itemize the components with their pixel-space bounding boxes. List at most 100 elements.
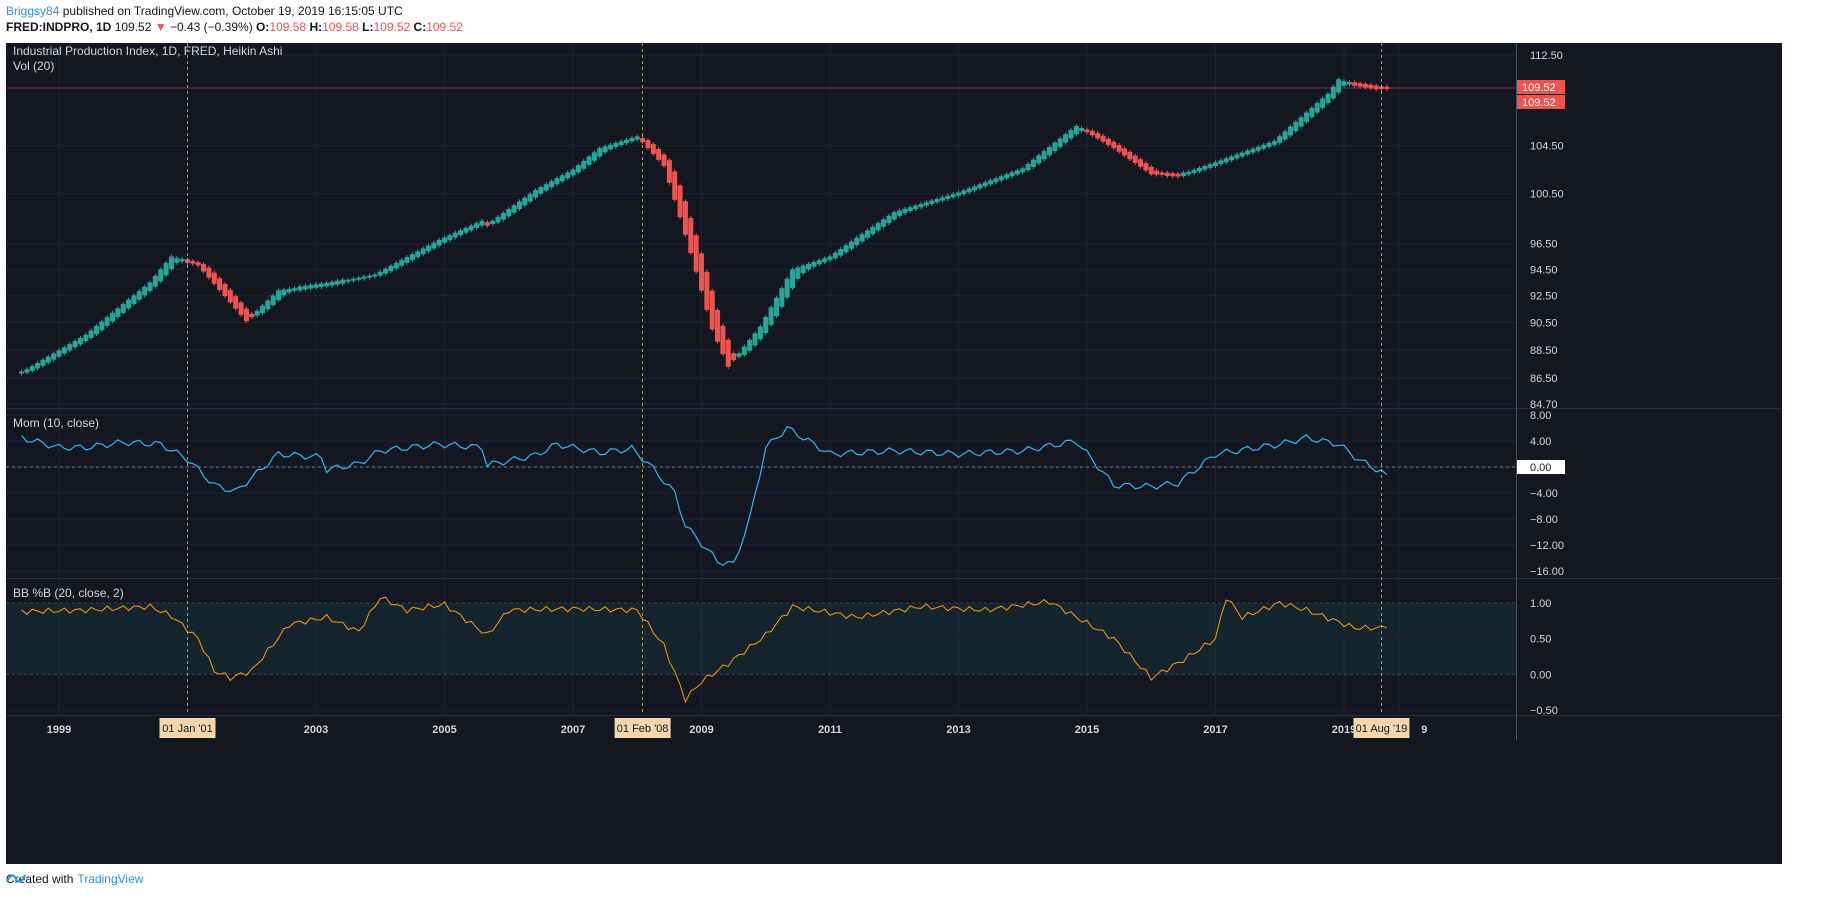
candle [77,337,83,345]
candle [806,263,812,270]
candle [666,160,672,183]
candle [302,285,308,290]
candle [1036,155,1042,164]
candle [827,256,833,261]
candle [1138,159,1144,167]
time-tick-label: 2017 [1203,724,1227,736]
high-label: H: [309,20,323,34]
candle [45,356,51,363]
time-tick-label: 2005 [432,724,456,736]
candle [361,276,367,279]
candle [1239,152,1245,157]
chart-background [6,43,1782,864]
bb-tick-label: 0.50 [1530,634,1551,646]
candle [795,267,801,279]
candle [1100,135,1106,142]
candle [40,359,46,366]
candle [1105,138,1111,145]
candle [747,339,753,351]
candle [233,296,239,309]
candle [629,137,635,142]
candle [1250,148,1256,153]
price-tick-label: 90.50 [1530,318,1558,330]
candle [1196,167,1202,172]
candle [1304,112,1310,122]
candle [431,242,437,249]
candle [988,180,994,185]
candle [217,278,223,290]
candle [699,253,704,291]
candle [474,223,480,228]
candle [1191,169,1197,174]
candle [1320,98,1326,108]
candle [158,269,164,282]
mom-pane-title: Mom (10, close) [13,416,99,430]
candle [1170,173,1176,177]
candle [1336,79,1342,93]
candle [1014,170,1020,175]
candle [854,237,860,246]
candle [688,217,694,254]
chart-svg[interactable]: 112.50104.50100.5096.5094.5092.5090.5088… [6,43,1782,864]
candle [131,295,137,305]
candle [72,341,78,348]
candle [1266,142,1272,147]
candle [222,284,228,297]
open-value: 109.58 [269,20,307,34]
candle [1116,144,1122,152]
candle [350,278,356,281]
candle [1362,83,1368,88]
candle [720,325,726,355]
candle [549,181,555,188]
candle [800,265,806,274]
candle [297,286,303,291]
candle [324,282,330,287]
candle [945,195,951,200]
author-link[interactable]: Briggsy84 [6,4,59,18]
candle [897,210,903,216]
price-tick-label: 96.50 [1530,239,1558,251]
candle [1063,134,1069,143]
candle [661,154,667,166]
time-tick-label: 9 [1421,724,1427,736]
candle [249,313,255,318]
candle [913,205,919,210]
bb-pane-title: BB %B (20, close, 2) [13,586,124,600]
low-label: L: [362,20,374,34]
candle [1047,146,1053,156]
candle [1218,160,1224,165]
mom-tick-label: −12.00 [1530,540,1564,552]
candle [1234,154,1240,159]
candle [174,258,180,263]
time-tick-label: 1999 [47,724,71,736]
candle [329,281,335,286]
time-tick-label: 2015 [1075,724,1099,736]
tradingview-link[interactable]: TradingView [77,872,143,886]
candle [356,277,362,280]
chart-area[interactable]: 112.50 104.50 100.50 96.50 94.50 92.50 90.50 88… [6,43,1782,864]
candle [1330,86,1336,99]
price-tick-label: 100.50 [1530,189,1564,201]
last-price-label: 109.52 [1522,82,1556,94]
candle [1068,130,1074,139]
candle [597,148,603,157]
candle [484,222,490,226]
candle [211,272,217,284]
price-tick-label: 112.50 [1530,50,1563,62]
candle [709,290,715,330]
candle [447,235,453,241]
price-tick-label: 88.50 [1530,345,1558,357]
price-tick-label: 104.50 [1530,141,1564,153]
last-price-label: 109.52 [1522,97,1556,109]
date-marker-label: 01 Aug '19 [1356,723,1408,735]
candle [1261,144,1267,149]
candle [409,254,415,260]
candle [61,347,67,354]
candle [458,230,464,236]
candle [1186,171,1192,175]
date-marker-label: 01 Feb '08 [617,723,669,735]
candle [93,325,99,335]
candle [998,176,1004,181]
candle [613,143,619,148]
candle [956,192,961,196]
